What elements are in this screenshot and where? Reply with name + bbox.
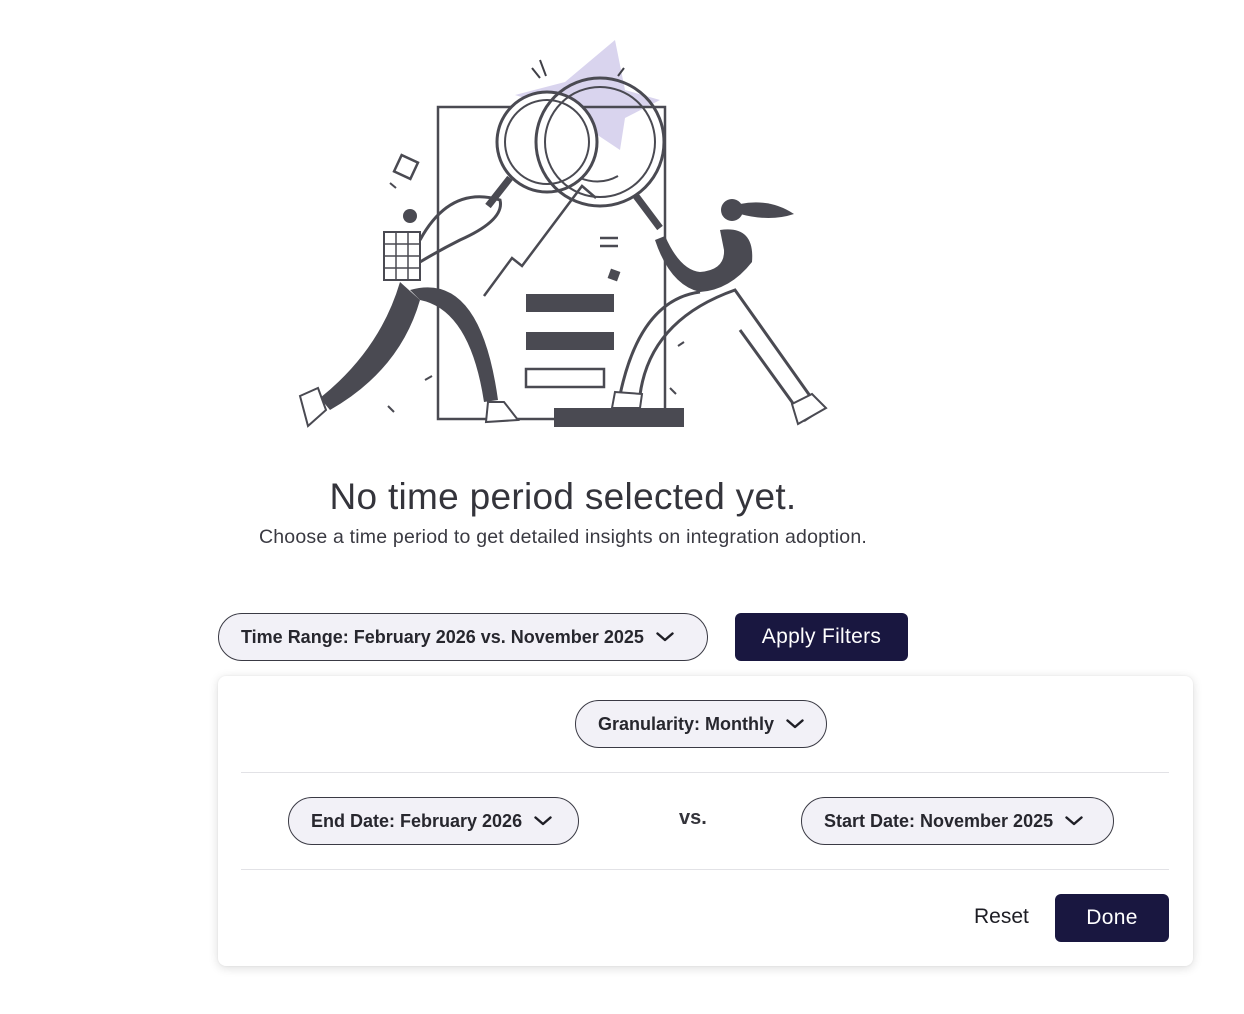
apply-filters-button[interactable]: Apply Filters	[735, 613, 908, 661]
start-date-label: Start Date: November 2025	[824, 810, 1054, 831]
empty-state-title: No time period selected yet.	[329, 476, 797, 517]
end-date-dropdown[interactable]: End Date: February 2026	[288, 797, 579, 845]
panel-divider	[241, 772, 1169, 773]
chevron-down-icon	[656, 632, 674, 642]
search-illustration	[298, 40, 828, 428]
chevron-down-icon	[1065, 816, 1083, 826]
time-range-label: Time Range: February 2026 vs. November 2…	[241, 626, 644, 647]
end-date-label: End Date: February 2026	[311, 810, 523, 831]
start-date-dropdown[interactable]: Start Date: November 2025	[801, 797, 1114, 845]
reset-button[interactable]: Reset	[974, 905, 1029, 929]
chevron-down-icon	[786, 719, 804, 729]
page: No time period selected yet. Choose a ti…	[0, 0, 1244, 1014]
time-range-panel: Granularity: Monthly End Date: February …	[218, 676, 1193, 966]
chevron-down-icon	[534, 816, 552, 826]
empty-state-subtitle: Choose a time period to get detailed ins…	[258, 526, 868, 548]
vs-label: vs.	[679, 807, 707, 829]
done-button[interactable]: Done	[1055, 894, 1169, 942]
panel-divider	[241, 869, 1169, 870]
time-range-dropdown[interactable]: Time Range: February 2026 vs. November 2…	[218, 613, 708, 661]
granularity-dropdown[interactable]: Granularity: Monthly	[575, 700, 827, 748]
granularity-label: Granularity: Monthly	[598, 713, 775, 734]
